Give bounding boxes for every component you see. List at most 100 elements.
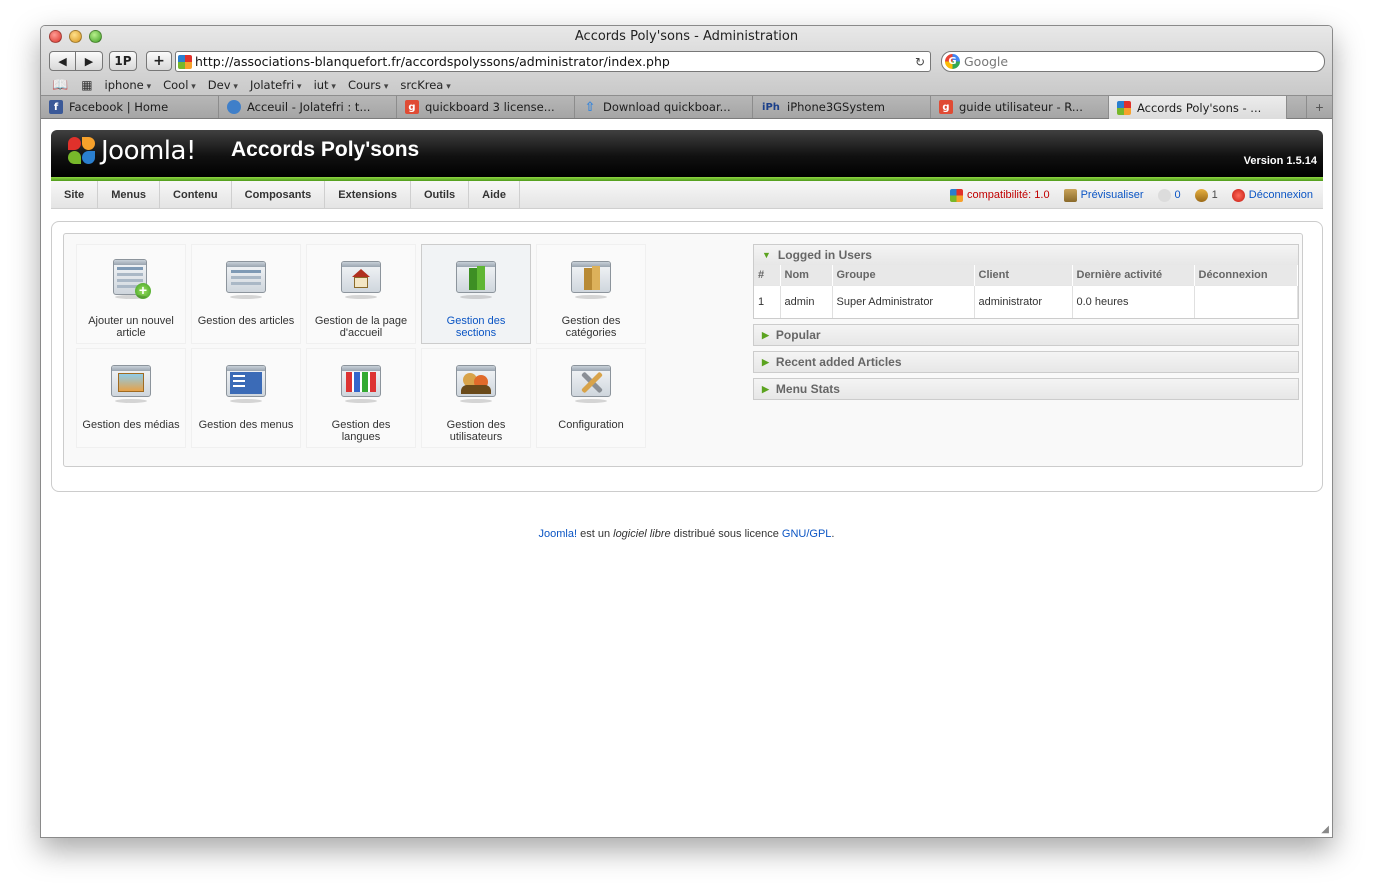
new-tab-button[interactable]: +	[1306, 96, 1332, 118]
media-icon	[109, 361, 153, 405]
control-panel-frame: + Ajouter un nouvel article Gestion des ar…	[51, 221, 1323, 492]
joomla-logo[interactable]: Joomla!	[67, 136, 196, 166]
browser-chrome: Accords Poly'sons - Administration ◀ ▶ 1…	[41, 26, 1332, 96]
footer-text-2: distribué sous licence	[670, 528, 782, 540]
recent-articles-title: Recent added Articles	[775, 355, 902, 369]
quick-icon-users[interactable]: Gestion des utilisateurs	[421, 348, 531, 448]
admin-modules: ▼ Logged in Users # Nom Groupe Client De…	[753, 244, 1299, 405]
tab-0[interactable]: f Facebook | Home	[41, 96, 219, 118]
license-link[interactable]: GNU/GPL	[782, 528, 832, 540]
menu-stats-title: Menu Stats	[775, 382, 840, 396]
languages-icon	[339, 361, 383, 405]
menu-composants[interactable]: Composants	[232, 180, 326, 209]
recent-articles-module[interactable]: ▶ Recent added Articles	[753, 351, 1299, 373]
menu-menus[interactable]: Menus	[98, 180, 161, 209]
google-icon: g	[939, 100, 953, 114]
logged-in-users-title: Logged in Users	[777, 248, 872, 262]
frontpage-icon	[339, 257, 383, 301]
preview-icon	[1063, 188, 1077, 202]
tab-4[interactable]: iPh iPhone3GSystem	[753, 96, 931, 118]
quick-icon-articles[interactable]: Gestion des articles	[191, 244, 301, 344]
iph-icon: iPh	[762, 101, 780, 113]
tab-3[interactable]: ⇧ Download quickboar...	[575, 96, 753, 118]
tab-1[interactable]: Acceuil - Jolatefri : t...	[219, 96, 397, 118]
bookmark-cool[interactable]: Cool	[163, 78, 196, 92]
quick-icon-sections[interactable]: Gestion des sections	[421, 244, 531, 344]
menu-contenu[interactable]: Contenu	[160, 180, 232, 209]
url-text: http://associations-blanquefort.fr/accor…	[195, 54, 670, 69]
tab-5[interactable]: g guide utilisateur - R...	[931, 96, 1109, 118]
popular-module[interactable]: ▶ Popular	[753, 324, 1299, 346]
reload-icon[interactable]: ↻	[915, 55, 925, 69]
bookmark-iphone[interactable]: iphone	[105, 78, 152, 92]
logout-icon	[1231, 188, 1245, 202]
quick-icon-label: Gestion des articles	[197, 315, 295, 327]
preview-link[interactable]: Prévisualiser	[1081, 189, 1144, 201]
bookmarks-bar: 📖 ▦ iphone Cool Dev Jolatefri iut Cours …	[41, 75, 1332, 95]
quick-icon-label: Gestion des catégories	[561, 315, 621, 339]
resize-grip-icon[interactable]: ◢	[1321, 824, 1329, 835]
control-panel-inner: + Ajouter un nouvel article Gestion des ar…	[63, 233, 1303, 467]
add-article-icon: +	[109, 257, 153, 301]
quick-icon-frontpage[interactable]: Gestion de la page d'accueil	[306, 244, 416, 344]
quick-icon-config[interactable]: Configuration	[536, 348, 646, 448]
quick-icon-label: Gestion des utilisateurs	[446, 419, 506, 443]
tab-6[interactable]: Accords Poly'sons - ...	[1109, 96, 1287, 119]
col-client: Client	[974, 265, 1073, 285]
version-label: Version 1.5.14	[1243, 155, 1317, 167]
tab-2[interactable]: g quickboard 3 license...	[397, 96, 575, 118]
tab-label: Download quickboar...	[603, 100, 731, 114]
users-online-count: 1	[1211, 189, 1218, 201]
expanded-triangle-icon: ▼	[762, 250, 771, 260]
menu-stats-module[interactable]: ▶ Menu Stats	[753, 378, 1299, 400]
articles-icon	[224, 257, 268, 301]
tab-bar: f Facebook | Home Acceuil - Jolatefri : t.…	[41, 96, 1332, 119]
book-icon[interactable]: 📖	[52, 78, 68, 93]
quick-icon-label: Configuration	[558, 419, 624, 431]
search-field[interactable]: G Google	[941, 51, 1325, 72]
forward-button[interactable]: ▶	[76, 51, 103, 71]
status-bar: compatibilité: 1.0 Prévisualiser 0 1 Déc…	[940, 181, 1313, 209]
address-bar[interactable]: http://associations-blanquefort.fr/accor…	[175, 51, 931, 72]
logged-in-users-header[interactable]: ▼ Logged in Users	[754, 245, 1298, 265]
quick-icon-label: Gestion des sections	[446, 315, 506, 339]
google-search-icon[interactable]: G	[945, 54, 960, 69]
back-button[interactable]: ◀	[49, 51, 76, 71]
tab-label: quickboard 3 license...	[425, 100, 555, 114]
compatibility-label: compatibilité: 1.0	[967, 189, 1050, 201]
bookmark-iut[interactable]: iut	[314, 78, 336, 92]
bookmark-srckrea[interactable]: srcKrea	[400, 78, 450, 92]
menu-outils[interactable]: Outils	[411, 180, 470, 209]
quick-icon-add-article[interactable]: + Ajouter un nouvel article	[76, 244, 186, 344]
cell-deconnexion[interactable]	[1194, 284, 1298, 318]
bookmark-jolatefri[interactable]: Jolatefri	[250, 78, 302, 92]
history-buttons: ◀ ▶	[49, 51, 103, 71]
joomla-link[interactable]: Joomla!	[539, 528, 578, 540]
bookmark-cours[interactable]: Cours	[348, 78, 388, 92]
quick-icon-media[interactable]: Gestion des médias	[76, 348, 186, 448]
messages-count[interactable]: 0	[1175, 189, 1181, 201]
quick-icon-menus[interactable]: Gestion des menus	[191, 348, 301, 448]
menu-site[interactable]: Site	[51, 180, 99, 209]
add-bookmark-button[interactable]: +	[146, 51, 172, 71]
footer-text-1: est un	[577, 528, 614, 540]
quick-icon-languages[interactable]: Gestion des langues	[306, 348, 416, 448]
logout-link[interactable]: Déconnexion	[1249, 189, 1313, 201]
search-placeholder: Google	[964, 54, 1009, 69]
footer-italic: logiciel libre	[613, 528, 671, 540]
cell-user-link[interactable]: admin	[780, 284, 833, 318]
window-title: Accords Poly'sons - Administration	[574, 29, 799, 44]
tab-label: Acceuil - Jolatefri : t...	[247, 100, 371, 114]
menu-aide[interactable]: Aide	[469, 180, 520, 209]
col-derniere-activite: Dernière activité	[1072, 265, 1195, 285]
cell-groupe: Super Administrator	[832, 284, 975, 318]
cell-activite: 0.0 heures	[1072, 284, 1195, 318]
col-deconnexion: Déconnexion	[1194, 265, 1298, 285]
tab-label: Facebook | Home	[69, 100, 169, 114]
top-sites-grid-icon[interactable]: ▦	[81, 78, 92, 92]
onepassword-button[interactable]: 1P	[109, 51, 137, 71]
bookmark-dev[interactable]: Dev	[208, 78, 238, 92]
quick-icon-categories[interactable]: Gestion des catégories	[536, 244, 646, 344]
joomla-logo-icon	[67, 136, 97, 166]
menu-extensions[interactable]: Extensions	[325, 180, 411, 209]
